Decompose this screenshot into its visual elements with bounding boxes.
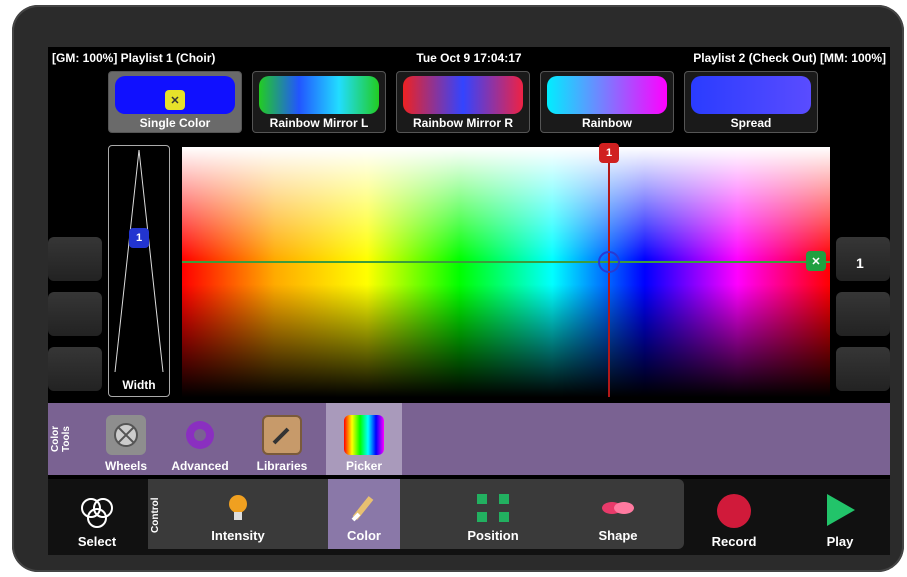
wheels-icon [106, 415, 146, 455]
control-position[interactable]: Position [448, 479, 538, 549]
left-side-button-2[interactable] [48, 292, 102, 336]
screen: [GM: 100%] Playlist 1 (Choir) Tue Oct 9 … [48, 47, 890, 555]
tool-advanced[interactable]: Advanced [162, 403, 238, 475]
status-bar: [GM: 100%] Playlist 1 (Choir) Tue Oct 9 … [48, 47, 890, 69]
preset-row: ✕ Single Color Rainbow Mirror L Rainbow … [108, 71, 818, 135]
preset-swatch [691, 76, 811, 114]
control-label: Intensity [211, 528, 265, 543]
preset-label: Spread [730, 116, 772, 130]
control-label: Control [150, 497, 161, 533]
brush-icon [262, 415, 302, 455]
preset-swatch [403, 76, 523, 114]
color-tools-label: Color Tools [50, 425, 72, 453]
yellow-marker-icon[interactable]: ✕ [165, 90, 185, 110]
play-icon [827, 494, 855, 526]
color-tools-bar: Color Tools Wheels Advanced Libraries Pi… [48, 403, 890, 475]
control-label: Shape [598, 528, 638, 543]
record-label: Record [711, 534, 757, 549]
width-triangle-icon [114, 149, 164, 373]
shape-icon [602, 502, 634, 514]
brush-icon [351, 496, 374, 522]
left-side-button-3[interactable] [48, 347, 102, 391]
control-color[interactable]: Color [328, 479, 400, 549]
play-label: Play [826, 534, 854, 549]
preset-label: Rainbow Mirror R [412, 116, 513, 130]
horizontal-crosshair [182, 261, 830, 263]
record-button[interactable]: Record [698, 479, 770, 555]
control-intensity[interactable]: Intensity [198, 479, 278, 549]
control-shape[interactable]: Shape [578, 479, 658, 549]
select-label: Select [77, 534, 117, 549]
control-label: Position [467, 528, 519, 543]
width-marker-icon[interactable]: 1 [129, 228, 149, 248]
tool-libraries[interactable]: Libraries [244, 403, 320, 475]
picker-cursor[interactable] [598, 251, 620, 273]
tool-label: Wheels [104, 459, 147, 473]
tool-picker[interactable]: Picker [326, 403, 402, 475]
preset-rainbow-mirror-l[interactable]: Rainbow Mirror L [252, 71, 386, 133]
right-marker-icon[interactable]: ✕ [806, 251, 826, 271]
gear-icon [180, 415, 220, 455]
preset-label: Rainbow Mirror L [269, 116, 369, 130]
record-icon [717, 494, 751, 528]
preset-label: Rainbow [582, 116, 632, 130]
preset-rainbow[interactable]: Rainbow [540, 71, 674, 133]
select-button[interactable]: Select [62, 479, 132, 555]
top-marker-icon[interactable]: 1 [599, 143, 619, 163]
position-icon [477, 494, 509, 522]
bottom-bar: Select Control Intensity Color Position … [48, 479, 890, 555]
width-label: Width [122, 378, 156, 392]
picker-icon [344, 415, 384, 455]
play-button[interactable]: Play [804, 479, 876, 555]
tool-label: Libraries [256, 459, 308, 473]
tool-label: Picker [345, 459, 383, 473]
status-right: Playlist 2 (Check Out) [MM: 100%] [693, 51, 886, 65]
control-label: Color [347, 528, 381, 543]
preset-spread[interactable]: Spread [684, 71, 818, 133]
right-value-label: 1 [856, 255, 864, 271]
color-picker-field[interactable]: 1 ✕ [182, 143, 830, 397]
device-frame: [GM: 100%] Playlist 1 (Choir) Tue Oct 9 … [12, 5, 904, 572]
preset-single-color[interactable]: ✕ Single Color [108, 71, 242, 133]
preset-swatch [259, 76, 379, 114]
tool-label: Advanced [171, 459, 229, 473]
width-slider[interactable]: 1 Width [108, 145, 170, 397]
right-side-button-2[interactable] [836, 292, 890, 336]
preset-rainbow-mirror-r[interactable]: Rainbow Mirror R [396, 71, 530, 133]
tool-wheels[interactable]: Wheels [88, 403, 164, 475]
right-side-button-3[interactable] [836, 347, 890, 391]
bulb-icon [229, 495, 247, 520]
preset-swatch [547, 76, 667, 114]
preset-label: Single Color [139, 116, 211, 130]
select-icon [81, 498, 113, 528]
left-side-button-1[interactable] [48, 237, 102, 281]
status-left: [GM: 100%] Playlist 1 (Choir) [52, 51, 216, 65]
